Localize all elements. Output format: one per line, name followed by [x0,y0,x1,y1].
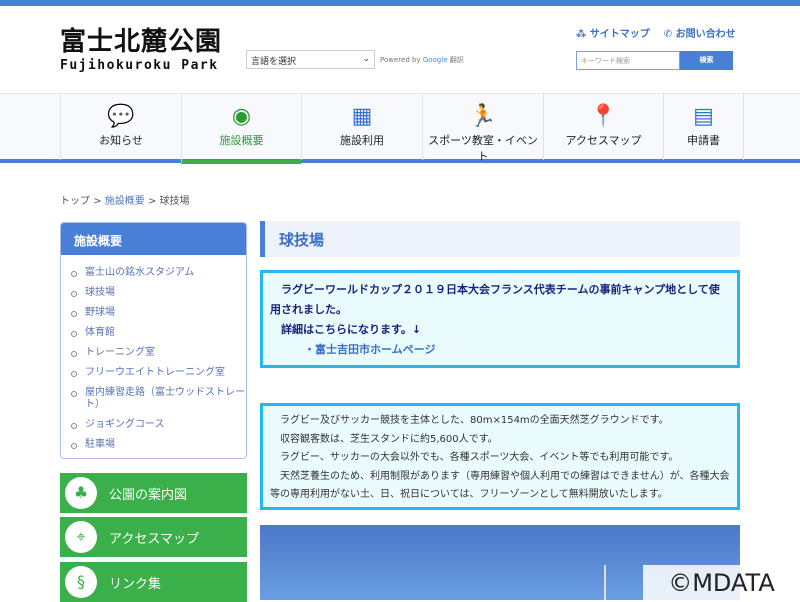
sitemap-link[interactable]: ⁂ サイトマップ [576,25,650,40]
nav-label: 申請書 [687,134,720,147]
calendar-icon: ▦ [351,104,373,129]
sidebar-title: 施設概要 [61,223,246,255]
sidebar: 施設概要 富士山の銘水スタジアム 球技場 野球場 体育館 トレーニング室 フリー… [60,222,247,459]
breadcrumb-current: 球技場 [159,196,190,207]
page-title: 球技場 [260,221,740,257]
nav-label: スポーツ教室・イベント [428,134,538,163]
nav-label: 施設概要 [219,134,264,147]
stadium-icon: ◉ [231,104,252,129]
logo-japanese: 富士北麓公園 [60,27,223,57]
powered-by: Powered by [380,56,421,64]
notice-box: ラグビーワールドカップ２０１９日本大会フランス代表チームの事前キャンプ地として使… [260,270,740,368]
language-select-value: 言語を選択 [251,57,297,67]
breadcrumb-separator: > [147,196,157,207]
description-text: 収容観客数は、芝生スタンドに約5,600人です。 [270,433,498,445]
search-button[interactable]: 検索 [680,51,733,70]
google-logo: Google [422,56,448,64]
sidebar-item[interactable]: 球技場 [71,283,246,303]
park-map-button[interactable]: ♣ 公園の案内図 [60,473,247,513]
nav-usage[interactable]: ▦ 施設利用 [301,94,422,160]
sidebar-item[interactable]: トレーニング室 [71,343,246,363]
google-translate-credit: Powered by Google 翻訳 [380,55,464,65]
site-logo[interactable]: 富士北麓公園 Fujihokuroku Park [60,28,222,73]
button-label: アクセスマップ [109,531,199,547]
watermark: ©MDATA [643,565,800,600]
nav-facilities[interactable]: ◉ 施設概要 [181,94,301,164]
map-pin-icon: 📍 [589,104,618,129]
photo-pole [604,565,606,600]
sidebar-item[interactable]: フリーウエイトトレーニング室 [71,363,246,383]
main-nav: 💬 お知らせ ◉ 施設概要 ▦ 施設利用 🏃 スポーツ教室・イベント 📍 アクセスマップ … [0,93,800,164]
document-icon: ▤ [693,104,714,129]
contact-label: お問い合わせ [675,29,736,40]
sidebar-item[interactable]: 体育館 [71,323,246,343]
notice-text: ラグビーワールドカップ２０１９日本大会フランス代表チームの事前キャンプ地として使… [270,283,720,316]
breadcrumb-parent[interactable]: 施設概要 [105,196,145,207]
sidebar-item[interactable]: ジョギングコース [71,415,246,435]
nav-label: お知らせ [99,134,143,147]
sitemap-label: サイトマップ [589,29,650,40]
tree-icon: ♣ [65,477,97,509]
description-text: ラグビー及びサッカー競技を主体とした、80m×154mの全面天然芝グラウンドです… [270,415,669,426]
phone-icon: ✆ [663,29,673,40]
nav-news[interactable]: 💬 お知らせ [60,94,181,160]
runner-icon: 🏃 [469,104,497,129]
nav-events[interactable]: 🏃 スポーツ教室・イベント [422,94,543,163]
sidebar-item[interactable]: 駐車場 [71,435,246,455]
nav-label: アクセスマップ [565,134,642,147]
access-map-button[interactable]: ⌖ アクセスマップ [60,517,247,557]
button-label: リンク集 [109,576,162,592]
breadcrumb-separator: > [93,196,102,207]
links-button[interactable]: § リンク集 [60,562,247,602]
language-select[interactable]: 言語を選択 ⌄ [246,50,375,69]
search-form: キーワード検索 検索 [576,51,733,70]
button-label: 公園の案内図 [109,487,188,503]
map-pin-icon: ⌖ [65,521,97,553]
sidebar-item[interactable]: 屋内練習走路（富士ウッドストレート） [71,383,246,415]
top-bar [0,0,800,6]
sitemap-icon: ⁂ [576,29,587,40]
breadcrumb: トップ > 施設概要 > 球技場 [60,192,190,207]
translate-label: 翻訳 [449,56,464,64]
sidebar-item[interactable]: 富士山の銘水スタジアム [71,263,246,283]
notice-text: 詳細はこちらになります。↓ [270,323,422,336]
fujiyoshida-homepage-link[interactable]: ・富士吉田市ホームページ [270,340,730,360]
nav-label: 施設利用 [340,134,384,147]
breadcrumb-top[interactable]: トップ [60,196,90,207]
description-text: 天然芝養生のため、利用制限があります（専用練習や個人利用での練習はできません）が… [270,470,730,501]
search-input[interactable]: キーワード検索 [576,51,680,70]
contact-link[interactable]: ✆ お問い合わせ [664,25,736,40]
description-box: ラグビー及びサッカー競技を主体とした、80m×154mの全面天然芝グラウンドです… [260,403,740,510]
link-icon: § [65,566,97,598]
sidebar-item[interactable]: 野球場 [71,303,246,323]
chat-icon: 💬 [107,104,135,129]
nav-access[interactable]: 📍 アクセスマップ [543,94,663,160]
description-text: ラグビー、サッカーの大会以外でも、各種スポーツ大会、イベント等でも利用可能です。 [270,452,679,463]
nav-forms[interactable]: ▤ 申請書 [663,94,744,160]
chevron-down-icon: ⌄ [362,54,370,64]
logo-english: Fujihokuroku Park [60,58,219,73]
